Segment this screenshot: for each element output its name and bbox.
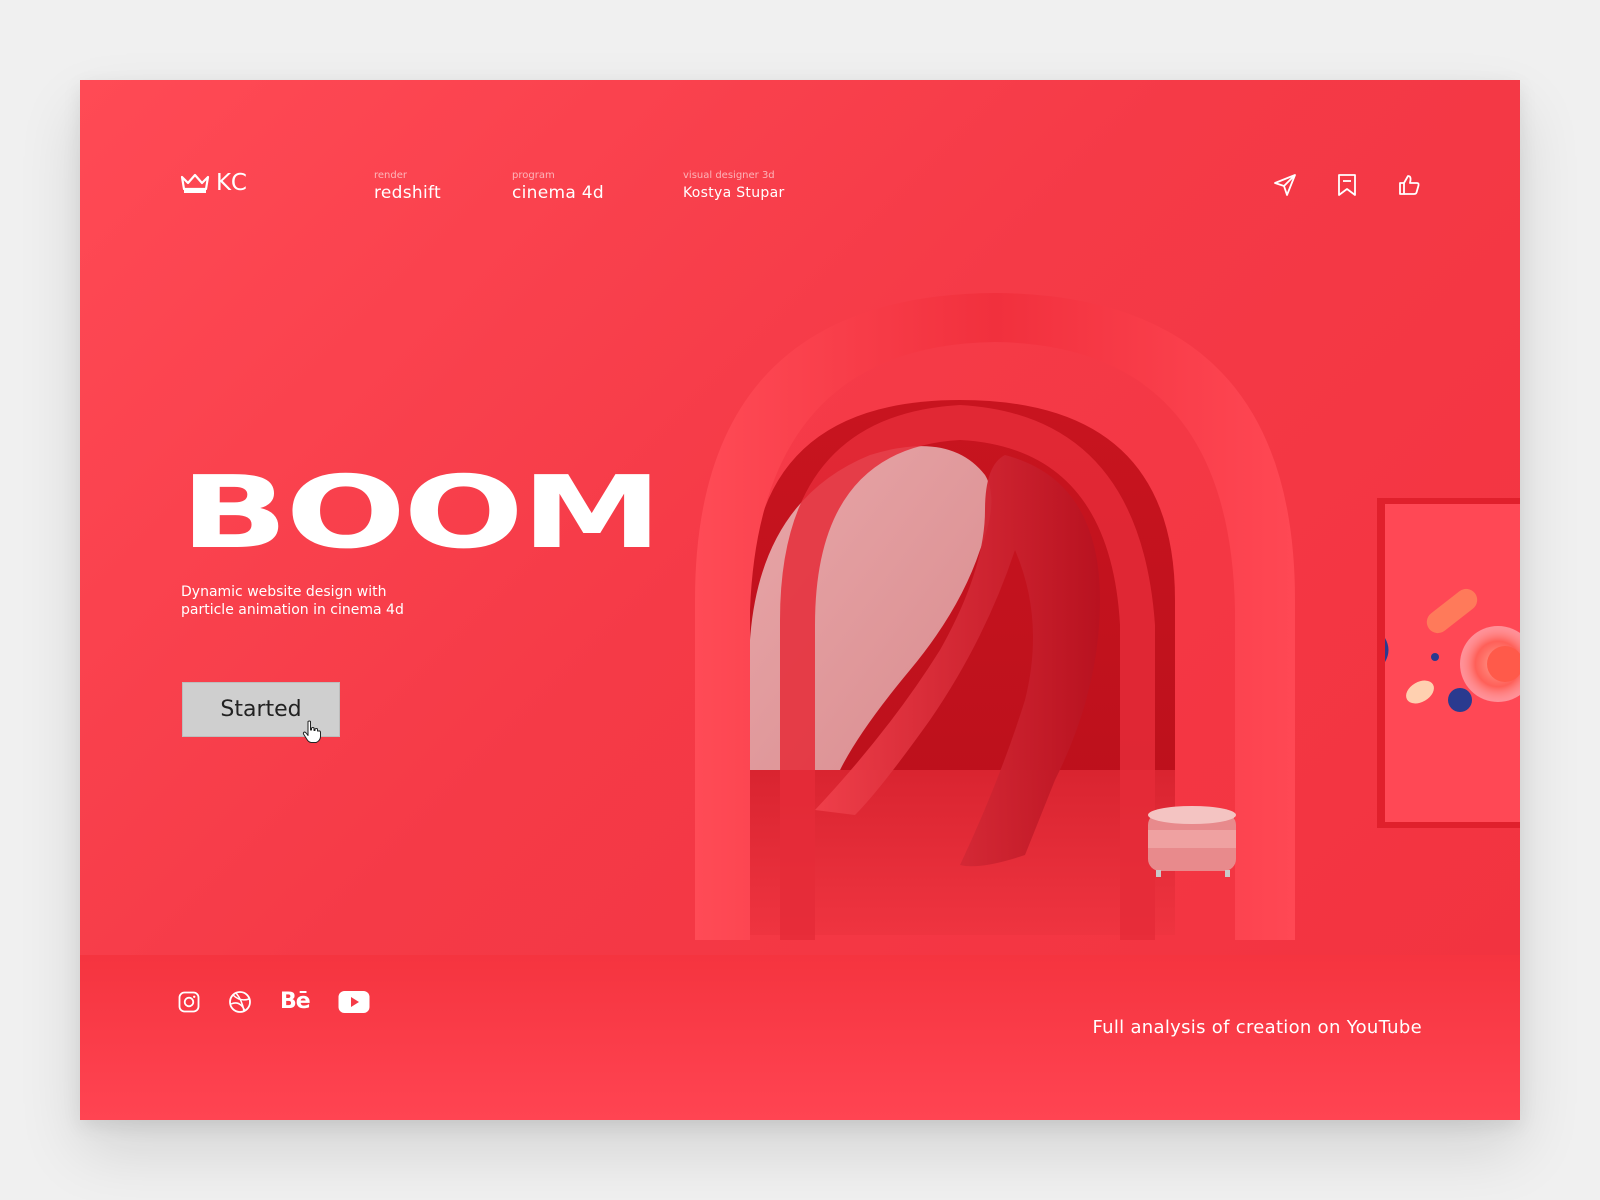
- logo-text: KC: [216, 170, 248, 196]
- meta-program: program cinema 4d: [512, 170, 604, 204]
- youtube-icon[interactable]: [338, 988, 370, 1016]
- ottoman-illustration: [1148, 806, 1236, 877]
- bookmark-icon[interactable]: [1334, 172, 1360, 198]
- crown-icon: [180, 172, 210, 194]
- youtube-analysis-link[interactable]: Full analysis of creation on YouTube: [1092, 1017, 1422, 1038]
- hero-subtitle: Dynamic website design with particle ani…: [181, 583, 481, 619]
- hero-subtitle-line: Dynamic website design with: [181, 584, 387, 600]
- meta-label: visual designer 3d: [683, 170, 775, 181]
- meta-label: render: [374, 170, 407, 181]
- instagram-icon[interactable]: [178, 988, 200, 1016]
- meta-render: render redshift: [374, 170, 441, 204]
- hand-cursor-icon: [302, 720, 322, 748]
- hero-card: KC render redshift program cinema 4d vis…: [80, 80, 1520, 1120]
- hero-subtitle-line: particle animation in cinema 4d: [181, 602, 404, 618]
- dribbble-icon[interactable]: [228, 988, 252, 1016]
- brand-logo[interactable]: KC: [180, 170, 248, 196]
- behance-icon[interactable]: Bē: [280, 988, 311, 1016]
- thumbs-up-icon[interactable]: [1396, 172, 1422, 198]
- meta-value: Kostya Stupar: [683, 185, 785, 201]
- meta-value: cinema 4d: [512, 183, 604, 203]
- send-icon[interactable]: [1272, 172, 1298, 198]
- social-links: Bē: [178, 988, 370, 1016]
- header-actions: [1272, 172, 1422, 198]
- hero-title: BOOM: [180, 454, 662, 571]
- meta-value: redshift: [374, 183, 441, 203]
- meta-label: program: [512, 170, 555, 181]
- wall-art-frame: [1377, 498, 1520, 828]
- meta-designer: visual designer 3d Kostya Stupar: [683, 170, 785, 204]
